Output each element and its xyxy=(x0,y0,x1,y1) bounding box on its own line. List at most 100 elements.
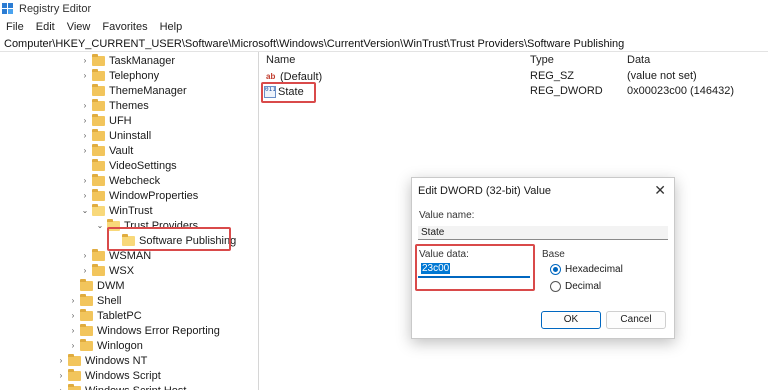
expand-chevron-icon[interactable]: › xyxy=(80,266,90,275)
tree-item-taskmanager[interactable]: › TaskManager xyxy=(80,53,175,68)
value-data: 0x00023c00 (146432) xyxy=(627,85,735,97)
tree-item-themes[interactable]: › Themes xyxy=(80,98,149,113)
expand-chevron-icon[interactable]: › xyxy=(80,56,90,65)
tree-item-label: Themes xyxy=(109,99,149,112)
value-data-highlight-box xyxy=(415,244,535,291)
base-group-label: Base xyxy=(542,249,565,260)
value-type: REG_SZ xyxy=(530,70,575,82)
menu-view[interactable]: View xyxy=(61,21,97,33)
state-highlight-box xyxy=(261,82,316,103)
expand-chevron-icon[interactable]: › xyxy=(80,146,90,155)
value-type: REG_DWORD xyxy=(530,85,603,97)
value-data: (value not set) xyxy=(627,70,697,82)
value-name-label: Value name: xyxy=(419,210,475,221)
value-name-field: State xyxy=(418,226,668,240)
menu-file[interactable]: File xyxy=(0,21,30,33)
tree-item-windows-script[interactable]: › Windows Script xyxy=(56,368,161,383)
menu-edit[interactable]: Edit xyxy=(30,21,61,33)
tree-item-label: WSMAN xyxy=(109,249,152,262)
expand-chevron-icon[interactable]: › xyxy=(68,341,78,350)
tree-item-ufh[interactable]: › UFH xyxy=(80,113,132,128)
expand-chevron-icon[interactable]: › xyxy=(80,176,90,185)
cancel-button[interactable]: Cancel xyxy=(606,311,666,329)
tree-item-label: Windows Error Reporting xyxy=(97,324,220,337)
folder-icon xyxy=(92,188,105,201)
ok-button[interactable]: OK xyxy=(541,311,601,329)
expand-chevron-icon[interactable]: › xyxy=(68,296,78,305)
tree-item-webcheck[interactable]: › Webcheck xyxy=(80,173,160,188)
folder-icon xyxy=(80,338,93,351)
folder-icon xyxy=(92,53,105,66)
string-value-icon: ab xyxy=(266,72,276,81)
hexadecimal-radio[interactable] xyxy=(550,264,561,275)
edit-dword-dialog: Edit DWORD (32-bit) Value ✕ Value name: … xyxy=(411,177,675,339)
folder-icon xyxy=(92,113,105,126)
tree-item-label: Telephony xyxy=(109,69,160,82)
collapse-chevron-icon[interactable]: ⌄ xyxy=(80,206,90,215)
registry-tree[interactable]: › TaskManager › Telephony ThemeManager › Theme… xyxy=(0,52,258,390)
value-name: (Default) xyxy=(280,70,323,83)
tree-item-label: Vault xyxy=(109,144,134,157)
tree-item-wintrust[interactable]: ⌄ WinTrust xyxy=(80,203,153,218)
expand-chevron-icon[interactable]: › xyxy=(80,251,90,260)
tree-item-videosettings[interactable]: VideoSettings xyxy=(80,158,177,173)
tree-item-label: Windows Script xyxy=(85,369,161,382)
menu-bar: File Edit View Favorites Help xyxy=(0,18,768,36)
tree-item-windows-error-reporting[interactable]: › Windows Error Reporting xyxy=(68,323,220,338)
folder-icon xyxy=(92,173,105,186)
tree-item-label: VideoSettings xyxy=(109,159,177,172)
tree-item-uninstall[interactable]: › Uninstall xyxy=(80,128,151,143)
menu-favorites[interactable]: Favorites xyxy=(96,21,153,33)
tree-item-vault[interactable]: › Vault xyxy=(80,143,133,158)
folder-icon xyxy=(80,323,93,336)
tree-item-windows-script-host[interactable]: › Windows Script Host xyxy=(56,383,186,390)
expand-chevron-icon[interactable]: › xyxy=(80,131,90,140)
decimal-radio[interactable] xyxy=(550,281,561,292)
tree-item-thememanager[interactable]: ThemeManager xyxy=(80,83,187,98)
column-header-data[interactable]: Data xyxy=(627,54,650,68)
folder-icon xyxy=(68,383,81,390)
expand-chevron-icon[interactable]: › xyxy=(80,101,90,110)
tree-item-label: DWM xyxy=(97,279,125,292)
tree-item-label: ThemeManager xyxy=(109,84,187,97)
folder-icon xyxy=(92,158,105,171)
menu-help[interactable]: Help xyxy=(154,21,189,33)
close-icon[interactable]: ✕ xyxy=(654,182,666,199)
decimal-label[interactable]: Decimal xyxy=(565,281,601,292)
column-header-name[interactable]: Name xyxy=(266,54,295,68)
tree-item-dwm[interactable]: DWM xyxy=(68,278,125,293)
folder-icon xyxy=(92,68,105,81)
tree-item-wsx[interactable]: › WSX xyxy=(80,263,134,278)
expand-chevron-icon[interactable]: › xyxy=(56,371,66,380)
address-bar[interactable]: Computer\HKEY_CURRENT_USER\Software\Micr… xyxy=(0,36,768,52)
tree-item-label: Windows Script Host xyxy=(85,385,186,390)
folder-icon xyxy=(92,203,105,216)
tree-item-tabletpc[interactable]: › TabletPC xyxy=(68,308,142,323)
folder-icon xyxy=(68,353,81,366)
expand-chevron-icon[interactable]: › xyxy=(56,386,66,390)
tree-item-label: Webcheck xyxy=(109,174,161,187)
title-bar: Registry Editor xyxy=(0,0,768,18)
expand-chevron-icon[interactable]: › xyxy=(56,356,66,365)
tree-item-label: Windows NT xyxy=(85,354,148,367)
expand-chevron-icon[interactable]: › xyxy=(80,71,90,80)
tree-item-winlogon[interactable]: › Winlogon xyxy=(68,338,143,353)
tree-item-telephony[interactable]: › Telephony xyxy=(80,68,159,83)
folder-icon xyxy=(68,368,81,381)
expand-chevron-icon[interactable]: › xyxy=(80,116,90,125)
dialog-title: Edit DWORD (32-bit) Value xyxy=(418,185,552,197)
tree-item-windowproperties[interactable]: › WindowProperties xyxy=(80,188,198,203)
tree-item-label: Winlogon xyxy=(97,339,143,352)
expand-chevron-icon[interactable]: › xyxy=(68,311,78,320)
tree-item-windows-nt[interactable]: › Windows NT xyxy=(56,353,147,368)
expand-chevron-icon[interactable]: › xyxy=(68,326,78,335)
tree-item-label: TabletPC xyxy=(97,309,142,322)
collapse-chevron-icon[interactable]: ⌄ xyxy=(95,221,105,230)
hexadecimal-label[interactable]: Hexadecimal xyxy=(565,264,623,275)
column-header-type[interactable]: Type xyxy=(530,54,554,68)
expand-chevron-icon[interactable]: › xyxy=(80,191,90,200)
tree-item-label: WinTrust xyxy=(109,204,153,217)
tree-item-shell[interactable]: › Shell xyxy=(68,293,121,308)
pane-splitter[interactable] xyxy=(258,52,259,390)
tree-item-label: Shell xyxy=(97,294,122,307)
